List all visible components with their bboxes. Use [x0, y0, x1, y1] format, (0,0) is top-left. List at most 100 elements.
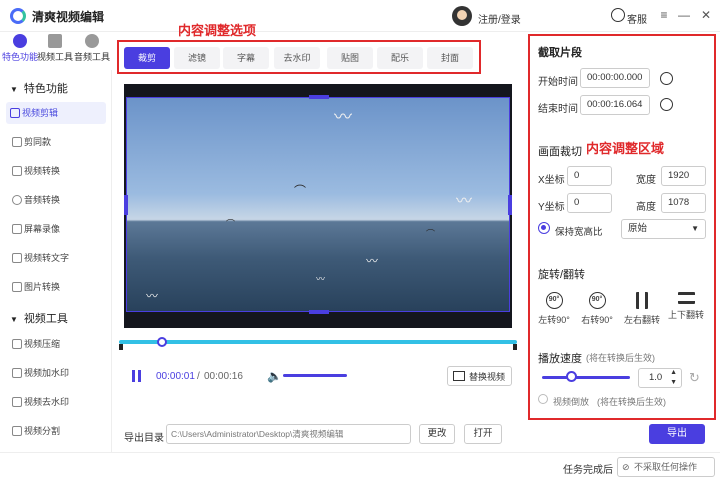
sidebar-item-video-compress[interactable]: 视频压缩: [8, 333, 108, 355]
rotate-left-label: 左转90°: [538, 315, 570, 325]
menu-icon[interactable]: ≡: [656, 7, 672, 23]
screen-icon: [12, 224, 22, 234]
tab-remove-watermark[interactable]: 去水印: [274, 47, 320, 69]
change-dir-button[interactable]: 更改: [419, 424, 455, 444]
sidebar: ▼ 特色功能 视频剪辑 剪同款 视频转换 音频转换 屏幕录像 视频转文字 图片转换…: [0, 70, 112, 460]
sidebar-item-label: 视频压缩: [24, 339, 61, 349]
reverse-checkbox[interactable]: [538, 394, 548, 404]
video-preview[interactable]: 〰 ⌒ 〰 ⌒ 〰 〰 ⌒ 〰: [124, 84, 512, 328]
sidebar-item-video-edit[interactable]: 视频剪辑: [6, 102, 106, 124]
chevron-down-icon: ▼: [691, 224, 699, 233]
speed-slider[interactable]: [542, 376, 630, 379]
nav-tab-video-tools[interactable]: 视频工具: [37, 34, 73, 63]
timeline-start-handle[interactable]: [119, 344, 123, 350]
rotate-left-icon: 90°: [545, 292, 563, 309]
sidebar-item-label: 视频去水印: [24, 397, 70, 407]
reverse-label: 视频倒放: [553, 397, 590, 407]
task-done-select[interactable]: ⊘ 不采取任何操作: [617, 457, 715, 477]
crop-handle-left[interactable]: [124, 195, 128, 215]
crop-frame[interactable]: [124, 95, 512, 314]
sidebar-item-label: 音频转换: [24, 195, 61, 205]
sidebar-item-video-split[interactable]: 视频分割: [8, 420, 108, 442]
tab-music[interactable]: 配乐: [377, 47, 423, 69]
convert-icon: [12, 166, 22, 176]
stepper-arrows-icon[interactable]: ▲ ▼: [670, 368, 677, 388]
microphone-icon: [12, 195, 22, 205]
ratio-select-value: 原始: [628, 223, 648, 234]
width-field[interactable]: 1920: [661, 166, 706, 186]
reset-icon[interactable]: ↻: [689, 370, 700, 386]
export-dir-label: 导出目录: [124, 433, 164, 444]
end-time-field[interactable]: 00:00:16.064: [580, 95, 650, 115]
y-field[interactable]: 0: [567, 193, 612, 213]
nav-tab-features[interactable]: 特色功能: [2, 34, 38, 63]
rotate-title: 旋转/翻转: [538, 269, 586, 281]
minimize-button[interactable]: —: [676, 7, 692, 23]
nav-tab-label: 特色功能: [2, 52, 39, 62]
sidebar-item-video-convert[interactable]: 视频转换: [8, 160, 108, 182]
open-dir-button[interactable]: 打开: [464, 424, 502, 444]
customer-service-icon[interactable]: [611, 8, 625, 22]
time-separator: /: [197, 371, 200, 382]
sidebar-item-same-style[interactable]: 剪同款: [8, 131, 108, 153]
clock-icon[interactable]: [660, 98, 673, 111]
caret-down-icon: ▼: [10, 315, 18, 324]
height-field[interactable]: 1078: [661, 193, 706, 213]
sidebar-item-screen-record[interactable]: 屏幕录像: [8, 218, 108, 240]
start-time-label: 开始时间: [538, 77, 578, 88]
flip-vertical-icon: [677, 292, 695, 304]
y-label: Y坐标: [538, 202, 565, 213]
volume-slider[interactable]: [283, 374, 347, 377]
tab-cover[interactable]: 封面: [427, 47, 473, 69]
timeline-end-handle[interactable]: [513, 344, 517, 350]
tab-subtitle[interactable]: 字幕: [223, 47, 269, 69]
pause-button[interactable]: [131, 370, 143, 382]
crop-handle-right[interactable]: [508, 195, 512, 215]
clock-icon[interactable]: [660, 72, 673, 85]
speed-value: 1.0: [649, 372, 663, 383]
star-icon: [13, 34, 27, 48]
tab-crop[interactable]: 裁剪: [124, 47, 170, 69]
timeline-track[interactable]: [119, 340, 517, 344]
nav-tab-label: 视频工具: [37, 52, 74, 62]
x-label: X坐标: [538, 175, 565, 186]
sidebar-item-image-convert[interactable]: 图片转换: [8, 276, 108, 298]
login-link[interactable]: 注册/登录: [478, 11, 521, 26]
crop-handle-top[interactable]: [309, 95, 329, 99]
customer-service-label[interactable]: 客服: [627, 11, 647, 26]
nav-tab-audio-tools[interactable]: 音频工具: [74, 34, 110, 63]
sidebar-item-label: 剪同款: [24, 137, 52, 147]
close-button[interactable]: ✕: [698, 7, 714, 23]
total-time: 00:00:16: [204, 371, 243, 382]
rotate-right-button[interactable]: 90° 右转90°: [577, 292, 617, 326]
x-field[interactable]: 0: [567, 166, 612, 186]
replace-video-icon: [453, 371, 465, 381]
keep-ratio-radio[interactable]: [538, 222, 550, 234]
sidebar-item-audio-convert[interactable]: 音频转换: [8, 189, 108, 211]
export-path-field[interactable]: C:\Users\Administrator\Desktop\清爽视频编辑: [166, 424, 411, 444]
sidebar-section-features[interactable]: ▼ 特色功能: [10, 80, 68, 96]
rotate-left-button[interactable]: 90° 左转90°: [534, 292, 574, 326]
avatar[interactable]: [452, 6, 472, 26]
flip-vertical-button[interactable]: 上下翻转: [666, 292, 706, 321]
export-button[interactable]: 导出: [649, 424, 705, 444]
tabs-annotation: 内容调整选项: [178, 23, 257, 38]
sidebar-item-video-to-text[interactable]: 视频转文字: [8, 247, 108, 269]
sidebar-item-remove-watermark[interactable]: 视频去水印: [8, 391, 108, 413]
speed-label: 播放速度: [538, 353, 582, 365]
speed-slider-handle[interactable]: [566, 371, 577, 382]
sidebar-item-add-watermark[interactable]: 视频加水印: [8, 362, 108, 384]
speed-stepper[interactable]: 1.0 ▲ ▼: [638, 368, 682, 388]
volume-icon[interactable]: 🔈: [267, 369, 282, 383]
replace-video-button[interactable]: 替换视频: [447, 366, 512, 386]
start-time-field[interactable]: 00:00:00.000: [580, 68, 650, 88]
tab-filter[interactable]: 滤镜: [174, 47, 220, 69]
current-time: 00:00:01: [156, 371, 195, 382]
ratio-select[interactable]: 原始 ▼: [621, 219, 706, 239]
sidebar-section-video-tools[interactable]: ▼ 视频工具: [10, 310, 68, 326]
flip-horizontal-button[interactable]: 左右翻转: [622, 292, 662, 326]
timeline-playhead[interactable]: [157, 337, 167, 347]
tab-sticker[interactable]: 贴图: [327, 47, 373, 69]
crop-handle-bottom[interactable]: [309, 310, 329, 314]
width-label: 宽度: [636, 175, 656, 186]
